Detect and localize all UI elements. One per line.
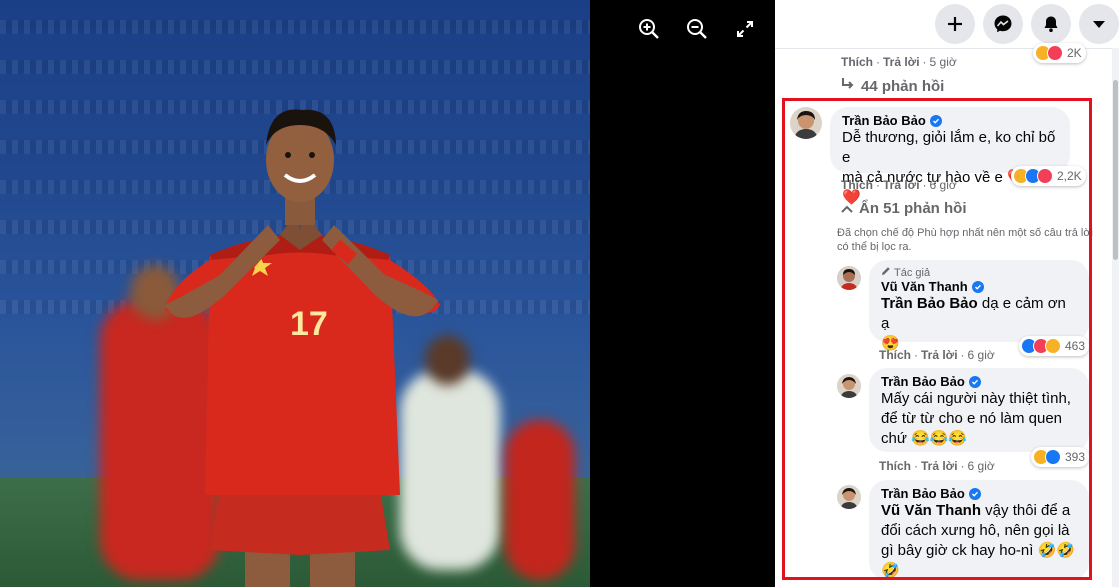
like-link[interactable]: Thích: [841, 55, 873, 69]
reply-text-line: chứ 😂😂😂: [881, 430, 968, 447]
reply-time: 6 giờ: [967, 459, 995, 473]
hide-replies-link[interactable]: Ẩn 51 phản hồi: [841, 200, 967, 217]
comment-reactions[interactable]: 2,2K: [1011, 166, 1086, 186]
reply-text-line: đổi cách xưng hô, nên gọi là: [881, 522, 1070, 539]
reaction-count: 393: [1065, 450, 1086, 464]
chevron-up-icon: [841, 200, 853, 217]
author-tag-label: Tác giả: [894, 266, 931, 279]
like-link[interactable]: Thích: [879, 459, 911, 473]
author-name[interactable]: Trần Bảo Bảo: [881, 374, 965, 389]
reply-text-line: Vũ Văn Thanh vậy thôi để a: [881, 501, 1077, 521]
pencil-icon: [881, 266, 891, 279]
verified-badge-icon: [968, 487, 981, 500]
filter-note-line: Đã chọn chế độ Phù hợp nhất nên một số c…: [837, 227, 1093, 239]
caret-down-icon[interactable]: [1079, 4, 1119, 44]
like-reaction-icon: [1045, 449, 1061, 465]
author-name[interactable]: Trần Bảo Bảo: [881, 486, 965, 501]
reply-link[interactable]: Trả lời: [883, 178, 920, 192]
like-link[interactable]: Thích: [879, 348, 911, 362]
reply-actions: Thích · Trả lời · 6 giờ: [879, 459, 995, 473]
author-name[interactable]: Trần Bảo Bảo: [842, 113, 926, 128]
scrollbar-thumb[interactable]: [1113, 80, 1118, 260]
reply-author[interactable]: Vũ Văn Thanh: [881, 279, 1077, 294]
stadium-seats: [0, 60, 590, 74]
reaction-count: 2K: [1067, 46, 1082, 60]
reply-link[interactable]: Trả lời: [921, 459, 958, 473]
reply-text-line: Mấy cái người này thiệt tình,: [881, 390, 1071, 407]
viewer-backdrop: [590, 0, 775, 587]
hide-replies-label: Ẩn 51 phản hồi: [859, 200, 967, 217]
verified-badge-icon: [971, 280, 984, 293]
reply-author[interactable]: Trần Bảo Bảo: [881, 486, 1077, 501]
messenger-icon[interactable]: [983, 4, 1023, 44]
comment-time: 5 giờ: [929, 55, 957, 69]
zoom-in-icon[interactable]: [634, 14, 664, 44]
reply-reactions[interactable]: 463: [1019, 336, 1090, 356]
comment-text-line: Dễ thương, giỏi lắm e, ko chỉ bố e: [842, 129, 1056, 166]
comment-bubble: Trần Bảo Bảo Dễ thương, giỏi lắm e, ko c…: [830, 107, 1070, 206]
reply-text-line: 🤣: [881, 562, 900, 579]
comment-time: 6 giờ: [929, 178, 957, 192]
screen: 17 Thích · Trả lời · 5 giờ 2K 44 phản hồ…: [0, 0, 1119, 587]
reply-text-line: gì bây giờ ck hay ho-nì 🤣🤣: [881, 542, 1075, 559]
love-reaction-icon: [1037, 168, 1053, 184]
avatar[interactable]: [837, 266, 861, 290]
author-name[interactable]: Vũ Văn Thanh: [881, 279, 968, 294]
reply-arrow-icon: [841, 77, 855, 95]
prev-comment-actions: Thích · Trả lời · 5 giờ: [841, 55, 957, 69]
jersey-number: 17: [290, 305, 328, 343]
comment-author[interactable]: Trần Bảo Bảo: [842, 113, 1058, 128]
avatar[interactable]: [837, 374, 861, 398]
like-link[interactable]: Thích: [841, 178, 873, 192]
view-replies-link[interactable]: 44 phản hồi: [841, 77, 944, 95]
plus-icon[interactable]: [935, 4, 975, 44]
love-reaction-icon: [1047, 45, 1063, 61]
reply-time: 6 giờ: [967, 348, 995, 362]
reply-actions: Thích · Trả lời · 6 giờ: [879, 348, 995, 362]
reply-text-line: để từ từ cho e nó làm quen: [881, 410, 1063, 427]
player-figure: 17: [165, 109, 440, 587]
reaction-count: 2,2K: [1057, 169, 1082, 183]
reply-bubble: Trần Bảo Bảo Vũ Văn Thanh vậy thôi để a …: [869, 480, 1089, 580]
filter-note-line: có thể bị lọc ra.: [837, 241, 912, 253]
bell-icon[interactable]: [1031, 4, 1071, 44]
reply-link[interactable]: Trả lời: [883, 55, 920, 69]
stadium-seats: [0, 20, 590, 34]
avatar[interactable]: [790, 107, 822, 139]
reply-text: vậy thôi để a: [981, 502, 1071, 519]
post-photo[interactable]: 17: [0, 0, 590, 587]
verified-badge-icon: [929, 114, 942, 127]
haha-reaction-icon: [1045, 338, 1061, 354]
top-bar: [775, 0, 1119, 48]
reply-author[interactable]: Trần Bảo Bảo: [881, 374, 1077, 389]
mention-link[interactable]: Trần Bảo Bảo: [881, 295, 978, 312]
reaction-count: 463: [1065, 339, 1086, 353]
filter-note: Đã chọn chế độ Phù hợp nhất nên một số c…: [837, 226, 1117, 254]
prev-comment-reactions[interactable]: 2K: [1033, 43, 1086, 63]
fullscreen-icon[interactable]: [730, 14, 760, 44]
reply-bubble: Tác giả Vũ Văn Thanh Trần Bảo Bảo dạ e c…: [869, 260, 1089, 352]
mention-link[interactable]: Vũ Văn Thanh: [881, 502, 981, 519]
reply-link[interactable]: Trả lời: [921, 348, 958, 362]
comments-panel: Thích · Trả lời · 5 giờ 2K 44 phản hồi Trần …: [775, 0, 1119, 587]
reply-reactions[interactable]: 393: [1031, 447, 1090, 467]
background-player: [505, 420, 575, 580]
reply-text-line: Trần Bảo Bảo dạ e cảm ơn ạ: [881, 294, 1077, 334]
reply-bubble: Trần Bảo Bảo Mấy cái người này thiệt tìn…: [869, 368, 1089, 452]
zoom-out-icon[interactable]: [682, 14, 712, 44]
avatar[interactable]: [837, 485, 861, 509]
comment-actions: Thích · Trả lời · 6 giờ: [841, 178, 957, 192]
verified-badge-icon: [968, 375, 981, 388]
replies-count-label: 44 phản hồi: [861, 77, 945, 95]
author-tag: Tác giả: [881, 266, 1077, 279]
